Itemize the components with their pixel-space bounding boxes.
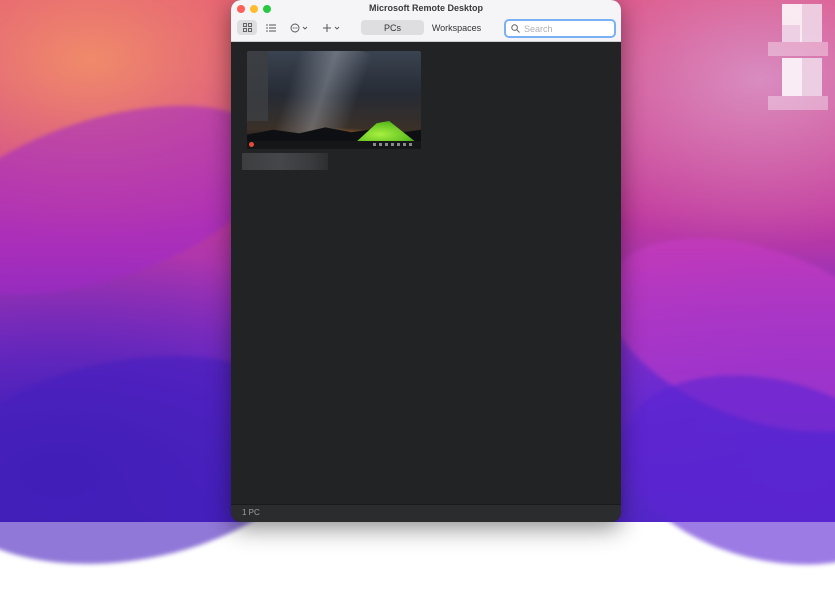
search-input[interactable]: [520, 23, 604, 34]
add-button[interactable]: [320, 20, 344, 35]
tray-icon: [409, 143, 412, 146]
grid-icon: [242, 23, 252, 32]
grid-view-button[interactable]: [237, 20, 257, 35]
tray-icon: [385, 143, 388, 146]
remote-taskbar: [247, 141, 421, 149]
more-actions-button[interactable]: [288, 20, 312, 35]
start-icon: [249, 142, 254, 147]
tab-pcs[interactable]: PCs: [361, 20, 424, 35]
pc-grid: [231, 42, 621, 505]
pc-thumbnail[interactable]: [247, 51, 421, 149]
pc-count: 1 PC: [242, 508, 260, 517]
list-icon: [266, 23, 276, 32]
tray-icon: [391, 143, 394, 146]
tab-workspaces[interactable]: Workspaces: [424, 20, 489, 35]
magnifier-icon: [511, 24, 520, 33]
titlebar: Microsoft Remote Desktop PCs Workspaces …: [231, 0, 621, 42]
desktop-file-label: [768, 96, 828, 110]
remote-desktop-sidebar: [247, 51, 268, 121]
status-bar: 1 PC: [231, 504, 621, 522]
pc-name-label-redacted: [242, 153, 328, 170]
tray-icon: [397, 143, 400, 146]
desktop-file-icon[interactable]: [782, 4, 822, 42]
icon-tile: [782, 25, 800, 42]
desktop-file-icon[interactable]: [782, 58, 822, 96]
search-field[interactable]: [504, 19, 616, 38]
ellipsis-circle-icon: [290, 23, 308, 32]
tray-icon: [403, 143, 406, 146]
icon-tile: [804, 58, 822, 75]
window-title: Microsoft Remote Desktop: [368, 3, 484, 13]
tray-icon: [379, 143, 382, 146]
list-view-button[interactable]: [261, 20, 281, 35]
plus-icon: [323, 23, 340, 32]
desktop-file-label: [768, 42, 828, 56]
remote-desktop-window: Microsoft Remote Desktop PCs Workspaces …: [231, 0, 621, 522]
tray-icon: [373, 143, 376, 146]
